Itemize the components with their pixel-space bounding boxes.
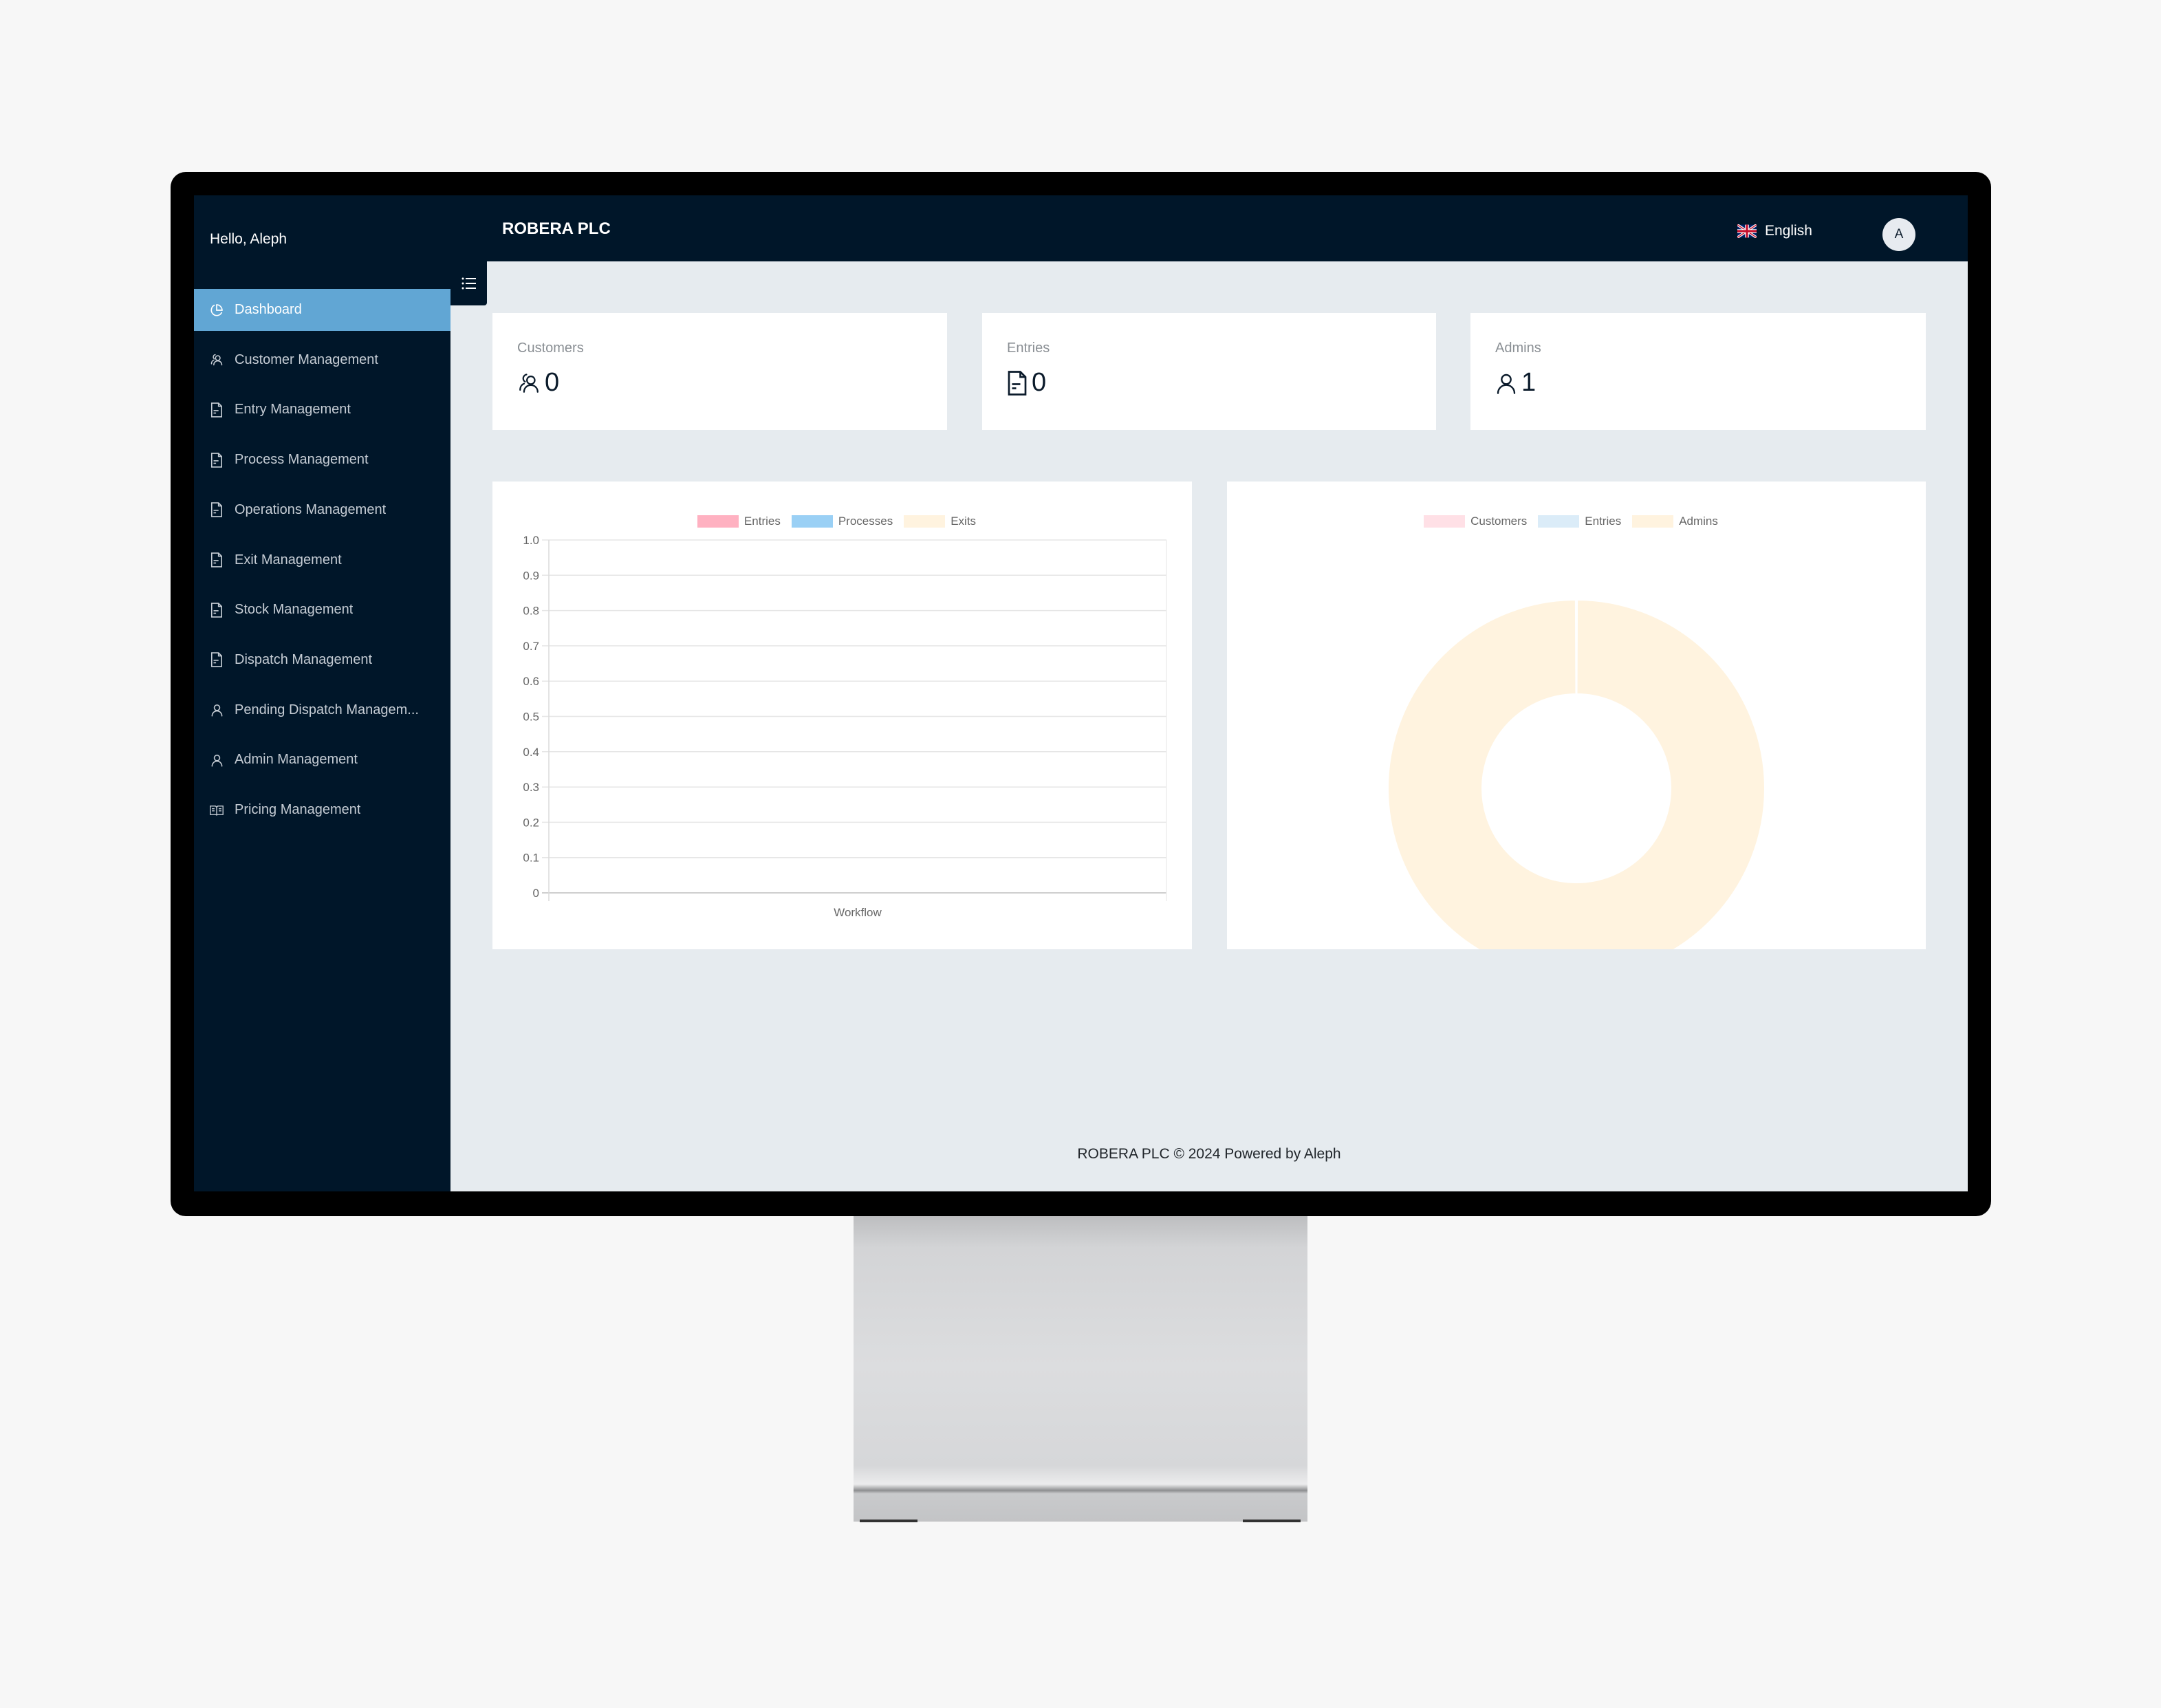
sidebar-item-label: Process Management [235, 452, 369, 468]
file-text-icon [210, 552, 224, 567]
user-icon [210, 753, 224, 768]
sidebar-item-pending-dispatch-managem[interactable]: Pending Dispatch Managem... [194, 689, 450, 731]
sidebar-item-dispatch-management[interactable]: Dispatch Management [194, 639, 450, 681]
sidebar-item-exit-management[interactable]: Exit Management [194, 539, 450, 581]
monitor-stand [854, 1211, 1307, 1522]
sidebar-item-label: Exit Management [235, 552, 342, 567]
file-text-icon [210, 502, 224, 518]
file-text-icon [210, 402, 224, 418]
book-icon [210, 803, 224, 818]
sidebar-item-operations-management[interactable]: Operations Management [194, 489, 450, 531]
sidebar-item-label: Dashboard [235, 302, 302, 317]
sidebar-item-label: Admin Management [235, 752, 358, 768]
file-text-icon [210, 652, 224, 668]
sidebar-item-label: Operations Management [235, 501, 387, 517]
pie-chart-icon [210, 303, 224, 318]
sidebar-item-label: Pending Dispatch Managem... [235, 702, 419, 717]
footer-region: ROBERA PLC © 2024 Powered by Aleph [450, 195, 1968, 1191]
sidebar-item-label: Stock Management [235, 602, 354, 618]
user-icon [210, 702, 224, 717]
sidebar-item-admin-management[interactable]: Admin Management [194, 739, 450, 781]
users-icon [210, 352, 224, 367]
sidebar-item-label: Entry Management [235, 402, 351, 418]
greeting: Hello, Aleph [210, 231, 287, 247]
monitor-foot [860, 1520, 917, 1522]
footer-text: ROBERA PLC © 2024 Powered by Aleph [1077, 1146, 1341, 1162]
monitor-foot [1243, 1520, 1301, 1522]
sidebar-item-label: Pricing Management [235, 802, 361, 817]
sidebar-item-process-management[interactable]: Process Management [194, 439, 450, 481]
file-text-icon [210, 602, 224, 618]
app-screen: Hello, Aleph ROBERA PLC English A Custom… [194, 195, 1968, 1191]
sidebar-item-label: Dispatch Management [235, 651, 373, 667]
sidebar-item-pricing-management[interactable]: Pricing Management [194, 789, 450, 831]
sidebar-item-entry-management[interactable]: Entry Management [194, 389, 450, 431]
file-text-icon [210, 452, 224, 468]
sidebar-item-stock-management[interactable]: Stock Management [194, 589, 450, 631]
sidebar-item-label: Customer Management [235, 352, 378, 367]
sidebar-item-dashboard[interactable]: Dashboard [194, 289, 450, 331]
sidebar-item-customer-management[interactable]: Customer Management [194, 339, 450, 381]
